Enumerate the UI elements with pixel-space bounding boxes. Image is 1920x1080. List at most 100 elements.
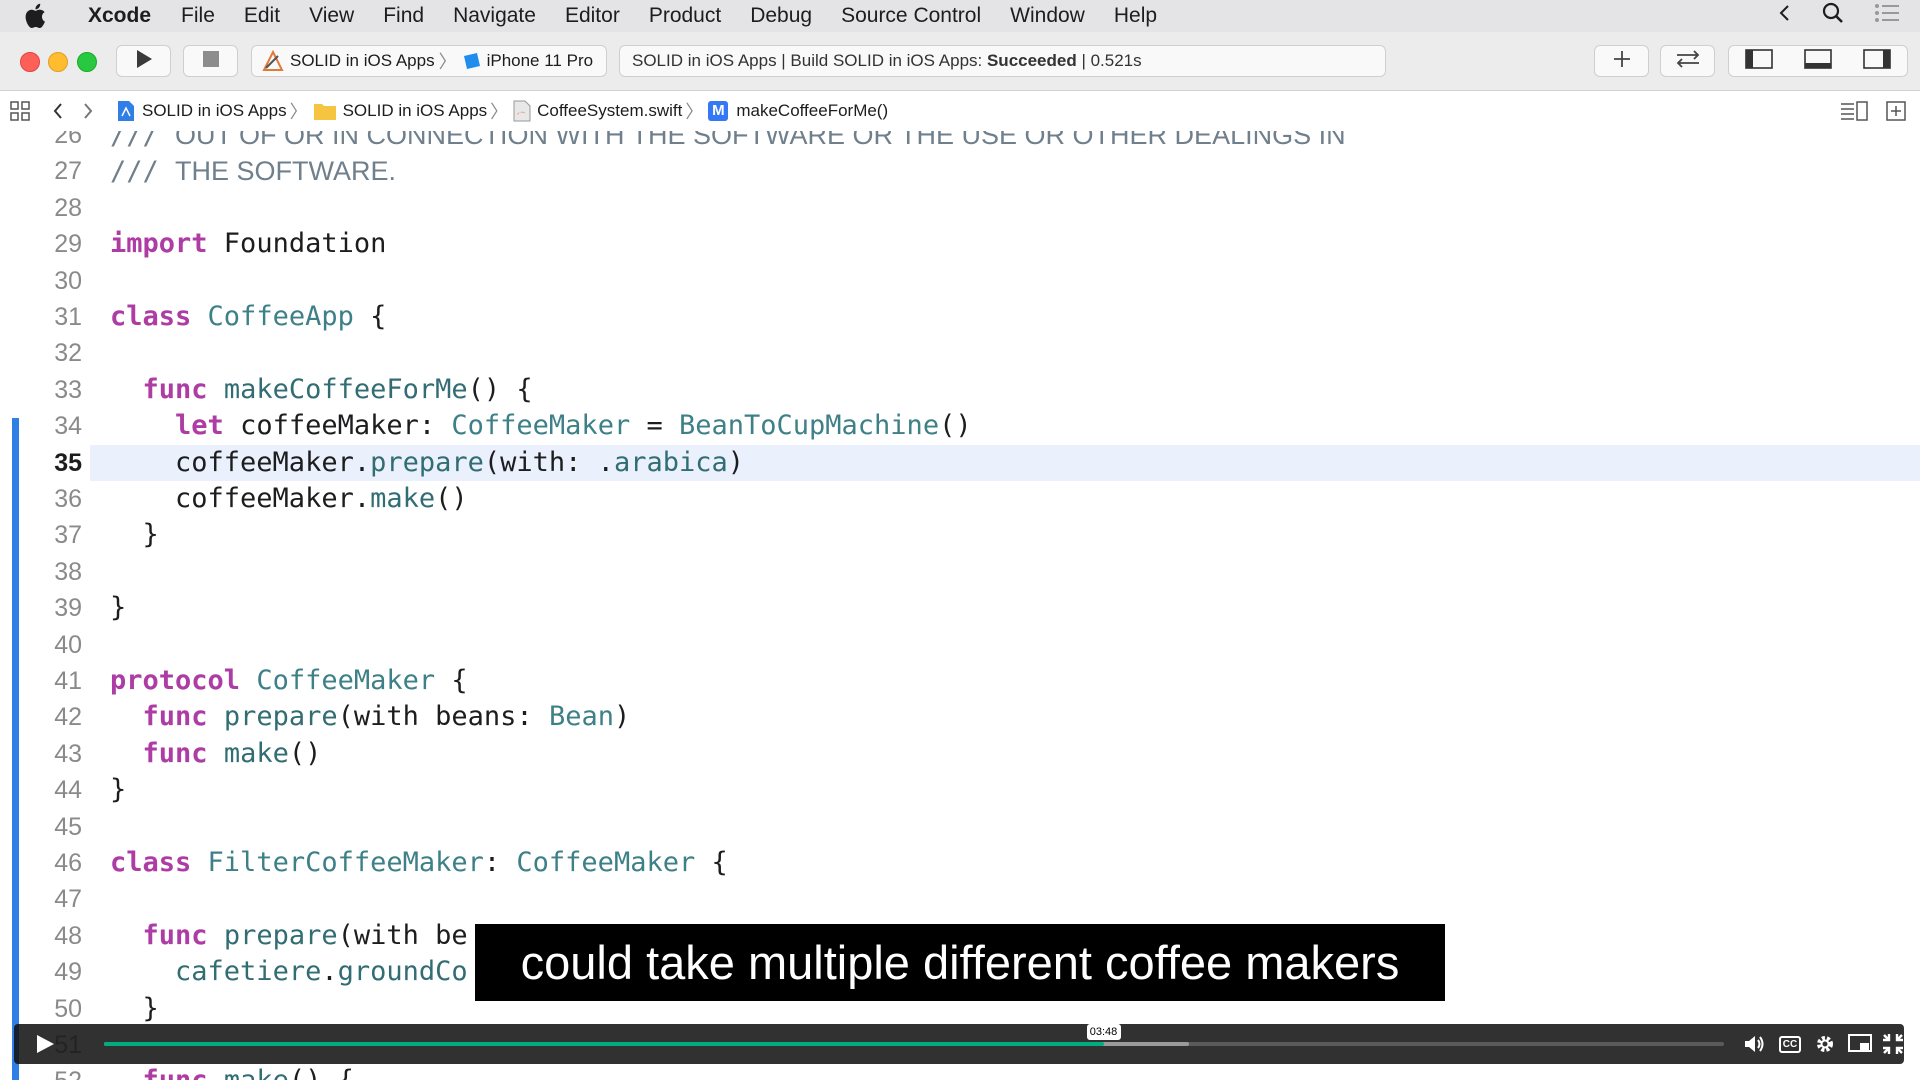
code-line[interactable]: 42 func prepare(with beans: Bean) [0,699,1920,735]
library-add-button[interactable] [1594,45,1649,77]
debug-area-toggle-icon[interactable] [1804,48,1832,74]
code-line[interactable]: 37 } [0,517,1920,553]
code-line[interactable]: 26 /// OUT OF OR IN CONNECTION WITH THE S… [0,131,1920,153]
notification-center-icon[interactable] [1874,3,1900,29]
code-line[interactable]: 46 class FilterCoffeeMaker: CoffeeMaker { [0,845,1920,881]
code-token: prepare [370,446,484,478]
code-token: () { [289,1065,354,1080]
code-line[interactable]: 47 [0,881,1920,917]
line-number: 52 [0,1063,82,1080]
code-line[interactable]: 33 func makeCoffeeForMe() { [0,372,1920,408]
breadcrumb-file[interactable]: CoffeeSystem.swift [537,101,682,121]
menu-file[interactable]: File [181,4,215,28]
code-token: CoffeeMaker [256,665,436,696]
menu-view[interactable]: View [309,4,354,28]
play-icon [34,1035,56,1059]
code-token: func [142,373,208,405]
code-token: coffeeMaker. [110,483,371,514]
closed-captions-icon[interactable]: CC [1777,1032,1803,1056]
code-line[interactable]: 36 coffeeMaker.make() [0,481,1920,517]
code-line[interactable]: 27 /// THE SOFTWARE. [0,153,1920,189]
code-token: Bean [548,701,614,733]
code-text: func make() { [110,1063,354,1080]
chevron-right-icon: 〉 [490,102,509,122]
video-progress-bar[interactable]: 03:48 [104,1024,1724,1046]
chevron-left-icon[interactable] [1778,4,1792,28]
menu-product[interactable]: Product [649,4,721,28]
minimize-window-button[interactable] [48,52,68,72]
zoom-window-button[interactable] [77,52,97,72]
code-token: (with be [337,919,468,951]
code-line[interactable]: 34 let coffeeMaker: CoffeeMaker = BeanTo… [0,408,1920,444]
code-line[interactable]: 28 [0,190,1920,226]
code-line[interactable]: 39} [0,590,1920,626]
menu-edit[interactable]: Edit [244,4,280,28]
editor-options-icon[interactable] [1840,101,1868,121]
menu-window[interactable]: Window [1010,4,1085,28]
close-window-button[interactable] [20,52,40,72]
menu-help[interactable]: Help [1114,4,1157,28]
breadcrumb-group[interactable]: SOLID in iOS Apps [343,101,488,121]
related-items-icon[interactable] [10,101,30,121]
method-icon: M [708,101,729,121]
navigator-toggle-icon[interactable] [1744,48,1773,74]
code-token: () [939,410,972,442]
volume-icon[interactable] [1742,1032,1768,1056]
code-token: OUT OF OR IN CONNECTION WITH THE SOFTWAR… [175,131,1346,150]
code-line[interactable]: 31 class CoffeeApp { [0,299,1920,335]
settings-gear-icon[interactable] [1812,1032,1838,1056]
video-play-button[interactable] [34,1033,56,1060]
menu-debug[interactable]: Debug [750,4,812,28]
activity-suffix: | 0.521s [1076,51,1142,70]
destination-name: iPhone 11 Pro [486,51,594,70]
code-text: /// THE SOFTWARE. [110,153,396,190]
code-line[interactable]: 44} [0,772,1920,808]
chevron-right-icon: 〉 [685,102,704,122]
code-line[interactable]: 40 [0,627,1920,663]
line-number: 29 [54,230,82,259]
scheme-selector[interactable]: SOLID in iOS Apps 〉 iPhone 11 Pro [251,45,607,77]
code-line[interactable]: 38 [0,554,1920,590]
code-text: let coffeeMaker: CoffeeMaker = BeanToCup… [110,408,972,444]
xcode-app-icon [262,50,284,72]
code-line-current[interactable]: 35 coffeeMaker.prepare(with: .arabica) [54,444,1920,481]
breadcrumb-symbol[interactable]: makeCoffeeForMe() [736,101,888,121]
code-line[interactable]: 41 protocol CoffeeMaker { [0,663,1920,699]
menu-source-control[interactable]: Source Control [841,4,981,28]
code-line[interactable]: 30 [0,263,1920,299]
code-line[interactable]: 43 func make() [0,736,1920,772]
forward-arrow-icon[interactable] [82,102,94,120]
menu-editor[interactable]: Editor [565,4,620,28]
inspector-toggle-icon[interactable] [1863,48,1892,74]
xcode-toolbar: SOLID in iOS Apps 〉 iPhone 11 Pro SOLID … [0,32,1920,91]
menu-app-name[interactable]: Xcode [88,4,151,28]
back-arrow-icon[interactable] [52,102,64,120]
code-token: CoffeeMaker [516,847,696,878]
code-line[interactable]: 29 import Foundation [0,226,1920,262]
code-line[interactable]: 52 func make() { [0,1063,1920,1080]
breadcrumb-project[interactable]: SOLID in iOS Apps [142,101,287,121]
code-token: let [175,410,224,442]
code-token: coffeeMaker. [110,446,371,478]
code-token: = [630,410,679,442]
add-editor-icon[interactable] [1886,101,1906,121]
spotlight-search-icon[interactable] [1822,2,1844,30]
code-line[interactable]: 45 [0,809,1920,845]
code-line[interactable]: 32 [0,335,1920,371]
apple-menu-icon[interactable] [24,3,60,29]
menu-navigate[interactable]: Navigate [453,4,536,28]
line-number: 35 [54,448,82,477]
code-text: } [110,991,159,1027]
exit-fullscreen-icon[interactable] [1880,1032,1906,1056]
code-text: } [110,772,126,808]
run-button[interactable] [116,45,171,77]
code-text: func make() [110,736,322,772]
menu-find[interactable]: Find [383,4,424,28]
picture-in-picture-icon[interactable] [1847,1032,1873,1056]
code-text: coffeeMaker.prepare(with: .arabica) [110,445,744,481]
stop-button[interactable] [183,45,238,77]
code-review-button[interactable] [1660,45,1715,77]
